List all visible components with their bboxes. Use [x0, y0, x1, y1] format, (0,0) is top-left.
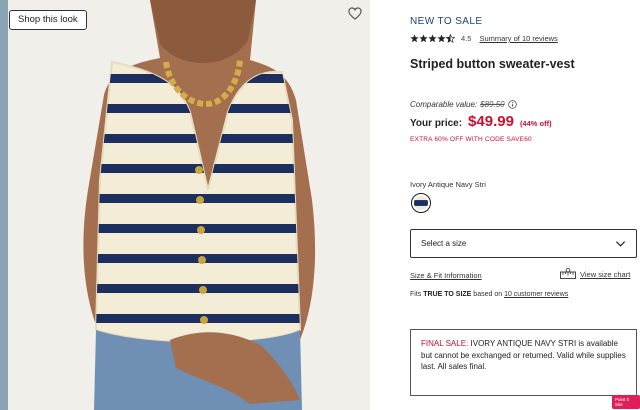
ruler-icon — [560, 268, 576, 279]
new-to-sale-label: NEW TO SALE — [410, 16, 483, 27]
promo-code-message: EXTRA 60% OFF WITH CODE SAVE60 — [410, 136, 532, 143]
your-price-label: Your price: — [410, 118, 463, 129]
product-photo — [0, 0, 370, 410]
half-star-icon — [446, 34, 455, 43]
comparable-price: $89.50 — [480, 100, 505, 109]
product-title: Striped button sweater-vest — [410, 57, 575, 71]
rating-value: 4.5 — [461, 34, 472, 43]
comparable-label: Comparable value: — [410, 100, 478, 109]
product-image-panel: Shop this look — [0, 0, 370, 410]
fit-summary: Fits TRUE TO SIZE based on 10 customer r… — [410, 291, 568, 298]
size-select[interactable]: Select a size — [410, 229, 637, 258]
star-icon — [437, 34, 446, 43]
chevron-down-icon — [615, 241, 626, 247]
view-size-chart-link[interactable]: View size chart — [560, 268, 630, 280]
rating-row: 4.5 Summary of 10 reviews — [410, 33, 558, 44]
star-icon — [410, 34, 419, 43]
view-size-chart-label: View size chart — [580, 269, 631, 279]
fits-middle: based on — [473, 291, 503, 298]
price-row: Your price: $49.99 (44% off) — [410, 113, 552, 130]
color-name: Ivory Antique Navy Stri — [410, 180, 486, 189]
fits-prefix: Fits — [410, 291, 422, 298]
final-sale-label: FINAL SALE: — [421, 339, 469, 348]
size-fit-info-link[interactable]: Size & Fit Information — [410, 271, 482, 280]
product-detail-panel: NEW TO SALE 4.5 Summary of 10 reviews St… — [410, 0, 638, 410]
feedback-badge[interactable]: Point It Site — [612, 395, 640, 409]
comparable-value: Comparable value: $89.50 — [410, 100, 517, 109]
shop-this-look-button[interactable]: Shop this look — [9, 10, 87, 30]
customer-reviews-link[interactable]: 10 customer reviews — [504, 291, 568, 298]
star-rating — [410, 34, 455, 43]
true-to-size-label: TRUE TO SIZE — [423, 291, 472, 298]
star-icon — [419, 34, 428, 43]
discount-percent: (44% off) — [519, 119, 552, 128]
size-select-placeholder: Select a size — [421, 239, 467, 248]
sale-price: $49.99 — [468, 113, 514, 130]
star-icon — [428, 34, 437, 43]
info-icon[interactable] — [507, 100, 517, 109]
color-swatch-ivory-navy[interactable] — [411, 193, 431, 213]
review-summary-link[interactable]: Summary of 10 reviews — [479, 34, 557, 43]
final-sale-notice: FINAL SALE: IVORY ANTIQUE NAVY STRI is a… — [410, 329, 637, 396]
heart-icon[interactable] — [347, 5, 363, 21]
swatch-stripe-pattern — [414, 196, 428, 210]
